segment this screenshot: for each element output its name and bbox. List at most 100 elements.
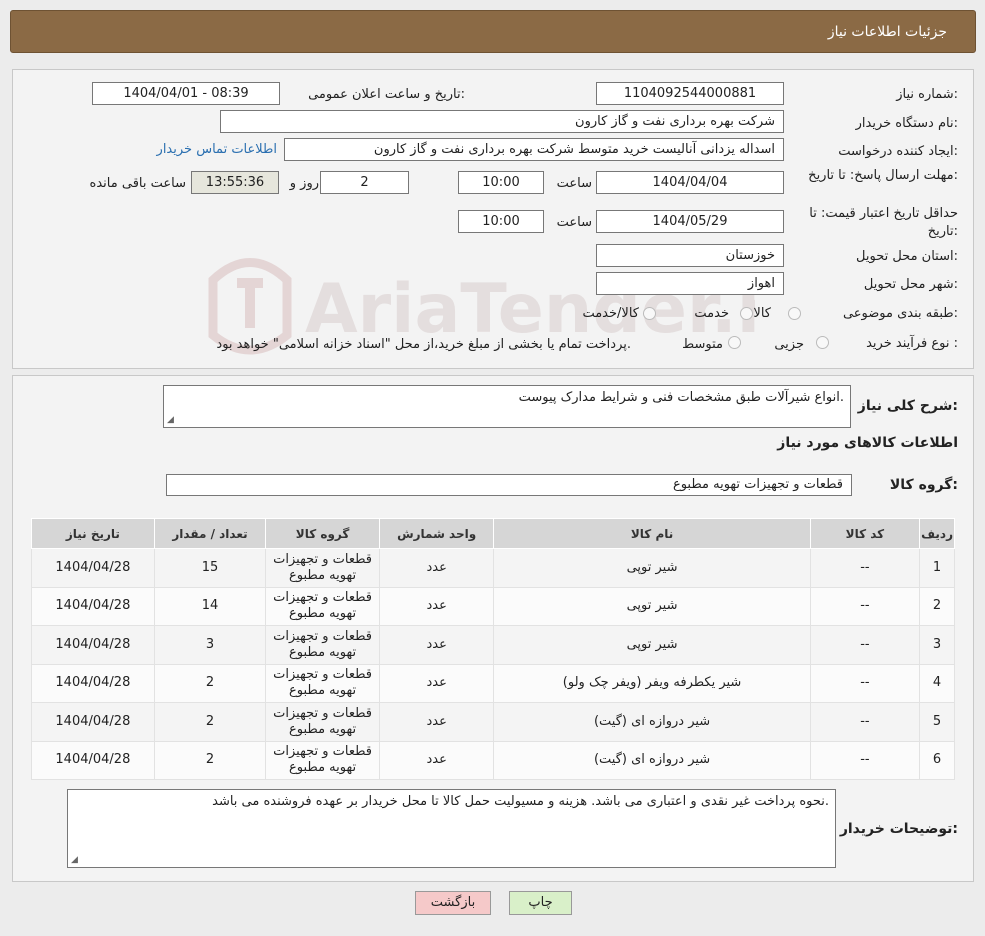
cell-row-number: 6 [919, 740, 955, 780]
response-deadline-time: 10:00 [458, 171, 544, 194]
province-field: خوزستان [596, 244, 784, 267]
response-time-label: ساعت [556, 176, 592, 191]
cell-row-number: 1 [919, 548, 955, 588]
announce-date-field: 1404/04/01 - 08:39 [92, 82, 280, 105]
days-label: روز و [289, 176, 319, 191]
category-label: طبقه بندی موضوعی: [842, 306, 958, 321]
cell-quantity: 14 [153, 586, 267, 626]
cell-quantity: 3 [153, 625, 267, 665]
category-service-label: خدمت [694, 306, 729, 321]
table-row: 6 -- شیر دروازه ای (گیت) عدد قطعات و تجه… [31, 740, 955, 780]
category-goods-label: کالا [753, 306, 771, 321]
summary-textarea[interactable]: انواع شیرآلات طبق مشخصات فنی و شرایط مدا… [163, 385, 851, 428]
cell-need-date: 1404/04/28 [31, 663, 155, 703]
cell-quantity: 2 [153, 663, 267, 703]
resize-grip-icon: ◢ [167, 415, 174, 425]
buyer-notes-text: نحوه پرداخت غیر نقدی و اعتباری می باشد. … [212, 794, 829, 809]
price-validity-time: 10:00 [458, 210, 544, 233]
print-button[interactable]: چاپ [509, 891, 572, 915]
cell-row-number: 4 [919, 663, 955, 703]
col-goods-code: کد کالا [809, 518, 921, 549]
creator-field: اسداله یزدانی آنالیست خرید متوسط شرکت به… [284, 138, 784, 161]
cell-goods-group: قطعات و تجهیزات تهویه مطبوع [265, 740, 380, 780]
table-header-row: ردیف کد کالا نام کالا واحد شمارش گروه کا… [31, 518, 955, 549]
cell-goods-code: -- [809, 625, 921, 665]
cell-goods-group: قطعات و تجهیزات تهویه مطبوع [265, 702, 380, 742]
purchase-minor-label: جزیی [774, 337, 804, 352]
table-row: 5 -- شیر دروازه ای (گیت) عدد قطعات و تجه… [31, 702, 955, 742]
cell-goods-group: قطعات و تجهیزات تهویه مطبوع [265, 663, 380, 703]
page-title: جزئیات اطلاعات نیاز [827, 24, 947, 40]
buyer-contact-link[interactable]: اطلاعات تماس خریدار [157, 142, 277, 157]
city-label: شهر محل تحویل: [863, 277, 958, 292]
cell-goods-name: شیر توپی [493, 625, 811, 665]
table-row: 2 -- شیر توپی عدد قطعات و تجهیزات تهویه … [31, 586, 955, 626]
purchase-note: پرداخت تمام یا بخشی از مبلغ خرید،از محل … [216, 337, 631, 352]
cell-unit: عدد [378, 663, 495, 703]
col-unit: واحد شمارش [378, 518, 495, 549]
price-validity-date: 1404/05/29 [596, 210, 784, 233]
cell-unit: عدد [378, 548, 495, 588]
cell-quantity: 2 [153, 702, 267, 742]
resize-grip-icon: ◢ [71, 855, 78, 865]
cell-unit: عدد [378, 740, 495, 780]
cell-goods-code: -- [809, 548, 921, 588]
purchase-minor-radio[interactable] [816, 336, 829, 349]
category-both-label: کالا/خدمت [582, 306, 639, 321]
cell-need-date: 1404/04/28 [31, 548, 155, 588]
buyer-notes-label: توضیحات خریدار: [839, 821, 958, 837]
cell-row-number: 3 [919, 625, 955, 665]
page-header: جزئیات اطلاعات نیاز [10, 10, 976, 53]
back-button[interactable]: بازگشت [415, 891, 491, 915]
cell-row-number: 2 [919, 586, 955, 626]
city-field: اهواز [596, 272, 784, 295]
col-quantity: تعداد / مقدار [153, 518, 267, 549]
purchase-type-label: نوع فرآیند خرید : [866, 336, 958, 351]
summary-text: انواع شیرآلات طبق مشخصات فنی و شرایط مدا… [518, 390, 844, 405]
col-row-number: ردیف [919, 518, 955, 549]
province-label: استان محل تحویل: [856, 249, 958, 264]
goods-group-label: گروه کالا: [889, 477, 958, 493]
announce-date-label: تاریخ و ساعت اعلان عمومی: [308, 87, 465, 102]
remaining-time-label: ساعت باقی مانده [89, 176, 186, 191]
col-goods-name: نام کالا [493, 518, 811, 549]
cell-goods-name: شیر دروازه ای (گیت) [493, 702, 811, 742]
need-number-label: شماره نیاز: [896, 87, 958, 102]
table-row: 3 -- شیر توپی عدد قطعات و تجهیزات تهویه … [31, 625, 955, 665]
remaining-days-field: 2 [320, 171, 409, 194]
table-row: 1 -- شیر توپی عدد قطعات و تجهیزات تهویه … [31, 548, 955, 588]
goods-group-field: قطعات و تجهیزات تهویه مطبوع [166, 474, 852, 496]
cell-goods-name: شیر دروازه ای (گیت) [493, 740, 811, 780]
price-validity-label: حداقل تاریخ اعتبار قیمت: تا تاریخ: [809, 206, 958, 239]
goods-info-title: اطلاعات کالاهای مورد نیاز [777, 435, 958, 451]
summary-label: شرح کلی نیاز: [857, 398, 958, 414]
cell-goods-code: -- [809, 586, 921, 626]
cell-row-number: 5 [919, 702, 955, 742]
cell-goods-code: -- [809, 740, 921, 780]
purchase-medium-radio[interactable] [728, 336, 741, 349]
need-number-field: 1104092544000881 [596, 82, 784, 105]
category-service-radio[interactable] [740, 307, 753, 320]
cell-goods-name: شیر توپی [493, 586, 811, 626]
cell-need-date: 1404/04/28 [31, 740, 155, 780]
remaining-time-field: 13:55:36 [191, 171, 279, 194]
col-goods-group: گروه کالا [265, 518, 380, 549]
cell-goods-code: -- [809, 702, 921, 742]
cell-need-date: 1404/04/28 [31, 625, 155, 665]
cell-need-date: 1404/04/28 [31, 702, 155, 742]
validity-time-label: ساعت [556, 215, 592, 230]
response-deadline-date: 1404/04/04 [596, 171, 784, 194]
cell-quantity: 2 [153, 740, 267, 780]
category-goods-radio[interactable] [788, 307, 801, 320]
category-both-radio[interactable] [643, 307, 656, 320]
cell-goods-name: شیر یکطرفه ویفر (ویفر چک ولو) [493, 663, 811, 703]
purchase-medium-label: متوسط [682, 337, 723, 352]
buyer-notes-textarea[interactable]: نحوه پرداخت غیر نقدی و اعتباری می باشد. … [67, 789, 836, 868]
table-row: 4 -- شیر یکطرفه ویفر (ویفر چک ولو) عدد ق… [31, 663, 955, 703]
cell-need-date: 1404/04/28 [31, 586, 155, 626]
goods-table: ردیف کد کالا نام کالا واحد شمارش گروه کا… [31, 518, 955, 780]
cell-quantity: 15 [153, 548, 267, 588]
response-deadline-label: مهلت ارسال پاسخ: تا تاریخ: [808, 168, 958, 183]
cell-unit: عدد [378, 586, 495, 626]
buyer-name-label: نام دستگاه خریدار: [855, 116, 958, 131]
